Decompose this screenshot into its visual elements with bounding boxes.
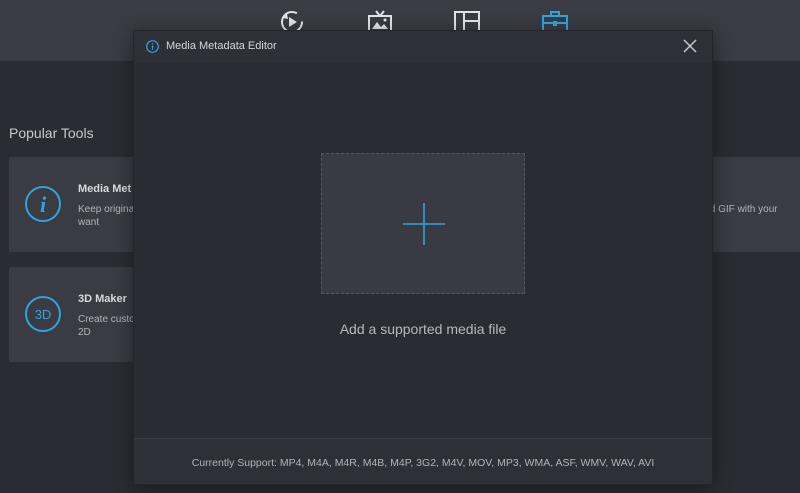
tool-card-gif-maker[interactable]: ized GIF with your (697, 157, 800, 252)
supported-formats-text: Currently Support: MP4, M4A, M4R, M4B, M… (191, 457, 655, 469)
add-media-label: Add a supported media file (339, 321, 507, 337)
3d-icon: 3D (25, 296, 61, 332)
dialog-title: Media Metadata Editor (166, 40, 277, 52)
collage-icon (454, 11, 480, 33)
dialog-footer: Currently Support: MP4, M4A, M4R, M4B, M… (134, 438, 712, 484)
media-metadata-editor-dialog: Media Metadata Editor Add a supported me… (134, 31, 712, 484)
add-media-drop-zone[interactable] (321, 153, 525, 294)
svg-text:i: i (40, 192, 47, 217)
dialog-header: Media Metadata Editor (134, 31, 712, 62)
tool-name: 3D Maker (78, 293, 127, 305)
close-icon[interactable] (682, 38, 698, 54)
info-icon (146, 40, 159, 53)
tool-name: Media Met (78, 183, 132, 195)
svg-text:3D: 3D (35, 307, 52, 322)
tool-description: ized GIF with your (697, 204, 778, 215)
popular-tools-heading: Popular Tools (9, 125, 94, 141)
plus-icon (403, 203, 445, 245)
info-circle-icon: i (25, 186, 61, 222)
toolbox-icon (542, 11, 568, 33)
